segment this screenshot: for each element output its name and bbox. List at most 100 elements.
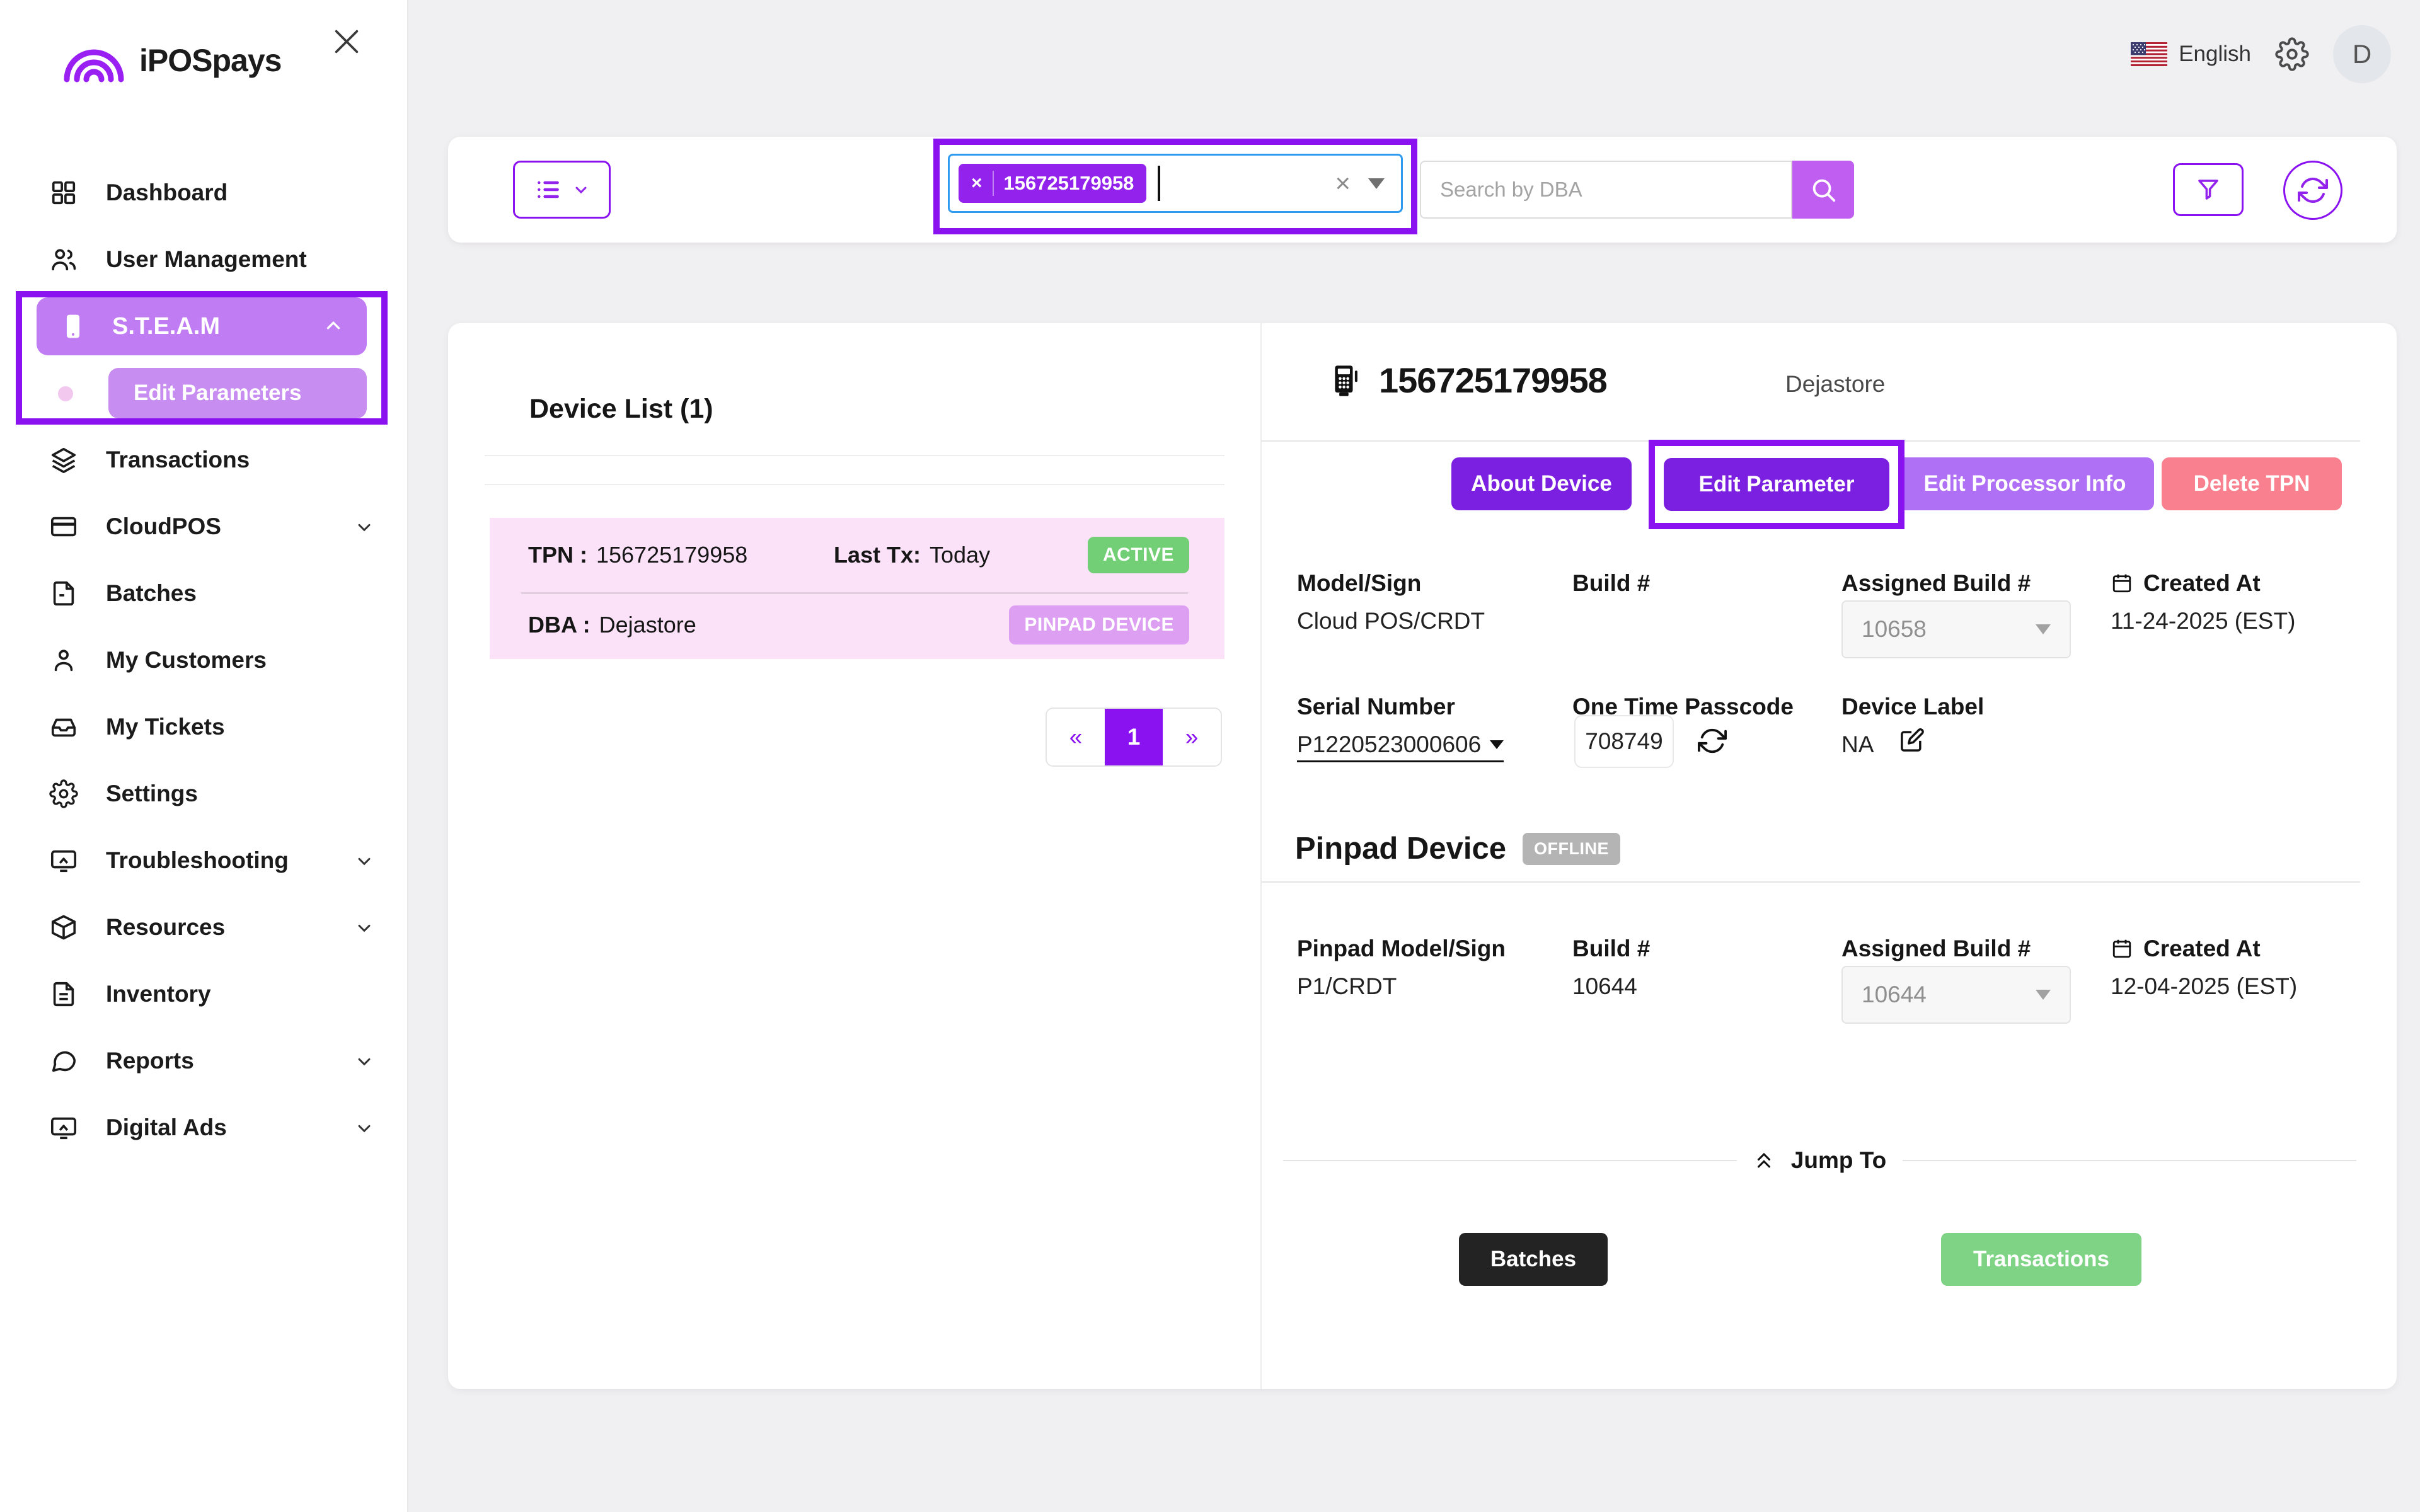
jump-to-label: Jump To bbox=[1791, 1147, 1886, 1174]
sidebar-item-reports[interactable]: Reports bbox=[0, 1028, 407, 1094]
gear-icon bbox=[49, 779, 78, 808]
avatar[interactable]: D bbox=[2333, 25, 2391, 83]
serial-number-link[interactable]: P1220523000606 bbox=[1297, 731, 1504, 762]
pagination-page-1[interactable]: 1 bbox=[1105, 709, 1163, 765]
dropdown-caret-icon[interactable] bbox=[1368, 178, 1385, 189]
divider bbox=[485, 484, 1224, 485]
sidebar-item-label: Resources bbox=[106, 914, 225, 941]
sidebar-item-label: Settings bbox=[106, 781, 198, 807]
chevron-down-icon bbox=[354, 1051, 374, 1071]
pinpad-created-label: Created At bbox=[2111, 936, 2261, 962]
sidebar-item-steam[interactable]: S.T.E.A.M bbox=[0, 293, 407, 360]
search-dba-input[interactable]: Search by DBA bbox=[1420, 161, 1792, 219]
edit-parameter-button[interactable]: Edit Parameter bbox=[1664, 458, 1889, 511]
sidebar-item-label: Inventory bbox=[106, 981, 211, 1007]
us-flag-icon bbox=[2131, 42, 2167, 66]
search-dba-placeholder: Search by DBA bbox=[1440, 178, 1582, 202]
tpn-value: 156725179958 bbox=[596, 542, 747, 568]
pinpad-created-value: 12-04-2025 (EST) bbox=[2111, 973, 2297, 1000]
tag-divider bbox=[993, 171, 994, 196]
build-label: Build # bbox=[1572, 570, 1650, 597]
device-label-label: Device Label bbox=[1841, 694, 1984, 720]
clear-icon[interactable]: × bbox=[1335, 170, 1351, 197]
pinpad-assigned-select[interactable]: 10644 bbox=[1841, 966, 2071, 1024]
device-row-bottom: DBA : Dejastore PINPAD DEVICE bbox=[490, 594, 1224, 657]
sidebar-item-transactions[interactable]: Transactions bbox=[0, 427, 407, 493]
dot-icon bbox=[58, 386, 73, 401]
sidebar-item-cloudpos[interactable]: CloudPOS bbox=[0, 493, 407, 560]
about-device-label: About Device bbox=[1471, 471, 1612, 496]
sidebar-item-my-tickets[interactable]: My Tickets bbox=[0, 694, 407, 760]
device-row-top: TPN : 156725179958 Last Tx: Today ACTIVE bbox=[490, 518, 1224, 592]
otp-input[interactable]: 708749 bbox=[1574, 715, 1674, 768]
sidebar-item-label: Reports bbox=[106, 1048, 194, 1074]
close-icon[interactable] bbox=[329, 24, 364, 59]
dba-label: DBA : bbox=[528, 612, 591, 638]
edit-processor-info-button[interactable]: Edit Processor Info bbox=[1896, 457, 2154, 510]
sidebar-item-label: Digital Ads bbox=[106, 1114, 227, 1141]
device-list-title: Device List (1) bbox=[529, 394, 713, 425]
device-list-item[interactable]: TPN : 156725179958 Last Tx: Today ACTIVE… bbox=[490, 518, 1224, 659]
pos-terminal-icon bbox=[1327, 364, 1361, 398]
tpn-search-annotation-box: × 156725179958 × bbox=[933, 139, 1417, 234]
language-selector[interactable]: English bbox=[2131, 42, 2251, 67]
sidebar-item-settings[interactable]: Settings bbox=[0, 760, 407, 827]
file-icon bbox=[49, 579, 78, 608]
device-label-value: NA bbox=[1841, 731, 1874, 758]
pagination-next[interactable]: » bbox=[1163, 709, 1221, 765]
sidebar-item-batches[interactable]: Batches bbox=[0, 560, 407, 627]
chat-icon bbox=[49, 1046, 78, 1075]
steam-pill[interactable]: S.T.E.A.M bbox=[37, 297, 367, 355]
sidebar-item-troubleshooting[interactable]: Troubleshooting bbox=[0, 827, 407, 894]
sync-button[interactable] bbox=[2283, 161, 2342, 220]
chevron-down-icon bbox=[354, 917, 374, 937]
sidebar-item-label: S.T.E.A.M bbox=[112, 313, 220, 340]
jump-batches-label: Batches bbox=[1490, 1247, 1576, 1272]
double-chevron-up-icon[interactable] bbox=[1753, 1150, 1775, 1171]
box-icon bbox=[49, 913, 78, 942]
delete-tpn-label: Delete TPN bbox=[2194, 471, 2310, 496]
assigned-build-value: 10658 bbox=[1862, 616, 1927, 643]
sidebar-item-my-customers[interactable]: My Customers bbox=[0, 627, 407, 694]
edit-parameters-pill[interactable]: Edit Parameters bbox=[108, 368, 367, 418]
gear-icon[interactable] bbox=[2275, 37, 2309, 71]
pinpad-build-value: 10644 bbox=[1572, 973, 1637, 1000]
pinpad-assigned-value: 10644 bbox=[1862, 982, 1927, 1008]
sidebar-item-inventory[interactable]: Inventory bbox=[0, 961, 407, 1028]
avatar-initial: D bbox=[2353, 39, 2371, 69]
toolbar-card: × 156725179958 × Search by DBA bbox=[448, 137, 2397, 243]
pinpad-build-label: Build # bbox=[1572, 936, 1650, 962]
jump-batches-button[interactable]: Batches bbox=[1459, 1233, 1608, 1286]
model-sign-label: Model/Sign bbox=[1297, 570, 1421, 597]
filter-button[interactable] bbox=[2173, 163, 2244, 216]
select-caret-icon bbox=[2036, 624, 2051, 634]
sidebar-item-dashboard[interactable]: Dashboard bbox=[0, 159, 407, 226]
jump-transactions-button[interactable]: Transactions bbox=[1941, 1233, 2141, 1286]
serial-caret-icon bbox=[1490, 740, 1504, 749]
sidebar-nav: Dashboard User Management S.T.E.A.M Edi bbox=[0, 159, 407, 1161]
about-device-button[interactable]: About Device bbox=[1451, 457, 1632, 510]
assigned-build-select[interactable]: 10658 bbox=[1841, 600, 2071, 658]
user-icon bbox=[49, 646, 78, 675]
search-button[interactable] bbox=[1792, 161, 1854, 219]
layers-icon bbox=[49, 445, 78, 474]
edit-pencil-icon[interactable] bbox=[1898, 726, 1926, 754]
sidebar-item-resources[interactable]: Resources bbox=[0, 894, 407, 961]
brand-logo: iPOSpays bbox=[62, 38, 281, 83]
sidebar-item-edit-parameters[interactable]: Edit Parameters bbox=[0, 360, 407, 427]
jump-to-divider: Jump To bbox=[1283, 1147, 2356, 1174]
status-badge: ACTIVE bbox=[1088, 537, 1189, 573]
list-view-dropdown-button[interactable] bbox=[513, 161, 611, 219]
tpn-multiselect-input[interactable]: × 156725179958 × bbox=[948, 154, 1403, 213]
delete-tpn-button[interactable]: Delete TPN bbox=[2162, 457, 2342, 510]
sidebar-item-user-management[interactable]: User Management bbox=[0, 226, 407, 293]
top-bar: English D bbox=[2131, 25, 2391, 83]
sidebar-item-label: Edit Parameters bbox=[134, 381, 302, 406]
tag-remove-icon[interactable]: × bbox=[971, 173, 982, 194]
pinpad-assigned-label: Assigned Build # bbox=[1841, 936, 2031, 962]
sidebar-item-digital-ads[interactable]: Digital Ads bbox=[0, 1094, 407, 1161]
tag-value: 156725179958 bbox=[1004, 172, 1134, 195]
serial-number-label: Serial Number bbox=[1297, 694, 1455, 720]
pagination-prev[interactable]: « bbox=[1047, 709, 1105, 765]
otp-refresh-icon[interactable] bbox=[1698, 726, 1727, 755]
